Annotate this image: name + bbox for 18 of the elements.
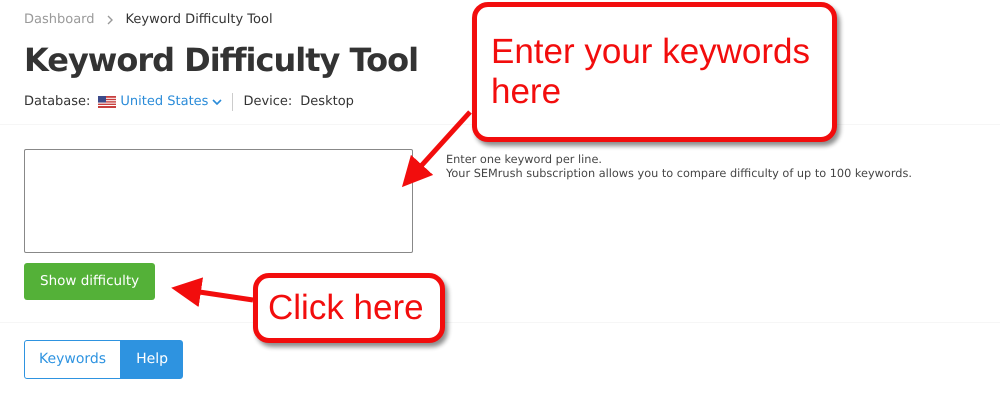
tab[interactable]: Keywords <box>24 340 122 379</box>
hint-text: Your SEMrush subscription allows you to compare difficulty of up to 100 keywords. <box>446 167 912 181</box>
database-dropdown[interactable]: United States <box>120 92 208 112</box>
callout: Enter your keywords here <box>472 2 837 142</box>
flag-icon <box>98 96 116 108</box>
breadcrumb-link[interactable]: Dashboard <box>24 10 95 30</box>
callout: Click here <box>253 273 445 343</box>
database-label: Database: <box>24 93 90 112</box>
hint-text: Enter one keyword per line. <box>446 153 603 167</box>
chevron-right-icon <box>106 15 114 25</box>
breadcrumb-current: Keyword Difficulty Tool <box>126 11 273 30</box>
keywords-field[interactable] <box>24 149 413 253</box>
page-title: Keyword Difficulty Tool <box>24 40 418 81</box>
chevron-down-icon[interactable] <box>212 99 222 105</box>
show-difficulty-button[interactable]: Show difficulty <box>24 263 156 300</box>
device-value: Desktop <box>300 93 354 112</box>
tab[interactable]: Help <box>121 340 184 379</box>
device-label: Device: <box>243 93 292 112</box>
